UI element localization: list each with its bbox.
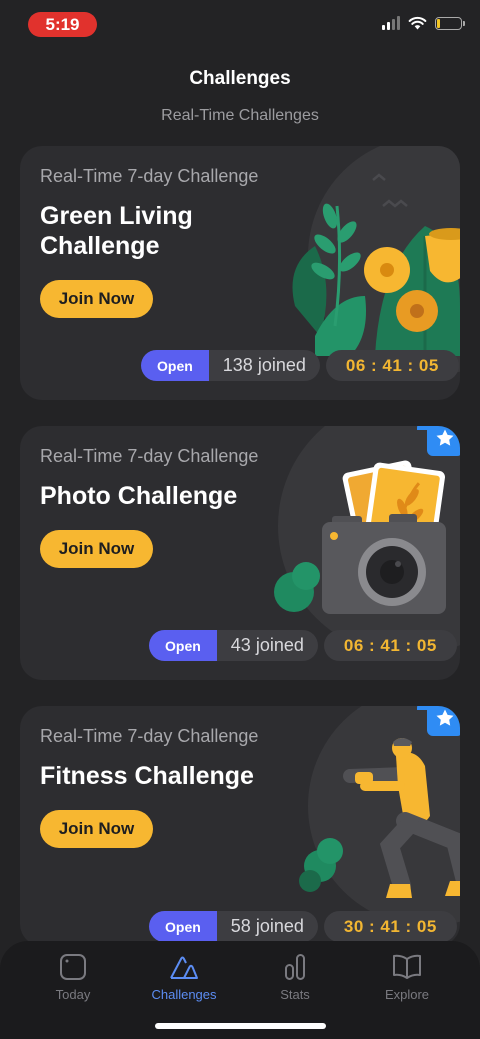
status-badge: Open bbox=[149, 911, 217, 942]
cellular-signal-icon bbox=[382, 16, 400, 30]
card-kicker: Real-Time 7-day Challenge bbox=[40, 726, 259, 746]
status-badge: Open bbox=[149, 630, 217, 661]
page-subtitle: Real-Time Challenges bbox=[161, 107, 319, 124]
join-now-button[interactable]: Join Now bbox=[40, 280, 153, 318]
joined-label: joined bbox=[255, 635, 304, 655]
card-title: Photo Challenge bbox=[40, 482, 238, 510]
tab-label: Challenges bbox=[151, 987, 217, 1002]
wifi-icon bbox=[408, 16, 427, 30]
card-title: Fitness Challenge bbox=[40, 762, 254, 790]
tab-label: Today bbox=[55, 987, 91, 1002]
challenge-card-green-living[interactable]: Real-Time 7-day Challenge Green Living C… bbox=[20, 146, 460, 400]
challenges-mountain-icon bbox=[170, 956, 198, 979]
joined-number: 58 bbox=[230, 916, 251, 936]
tab-label: Stats bbox=[280, 987, 310, 1002]
joined-count: 43 joined bbox=[216, 630, 318, 661]
status-time: 5:19 bbox=[28, 12, 97, 37]
card-title: Green Living Challenge bbox=[40, 202, 193, 260]
today-square-icon bbox=[60, 954, 86, 980]
card-kicker: Real-Time 7-day Challenge bbox=[40, 166, 259, 186]
countdown-timer: 06 : 41 : 05 bbox=[323, 630, 457, 661]
status-icons bbox=[382, 16, 465, 30]
joined-count: 138 joined bbox=[208, 350, 320, 381]
battery-icon bbox=[435, 16, 465, 30]
tab-stats[interactable]: Stats bbox=[240, 953, 350, 1007]
tab-challenges[interactable]: Challenges bbox=[129, 953, 239, 1007]
status-badge: Open bbox=[141, 350, 209, 381]
star-icon bbox=[436, 709, 454, 726]
join-now-button[interactable]: Join Now bbox=[40, 810, 153, 848]
tab-bar: Today Challenges Stats Explore bbox=[0, 941, 480, 1039]
tab-label: Explore bbox=[384, 987, 430, 1002]
favorite-star-icon[interactable] bbox=[417, 706, 460, 736]
tab-explore[interactable]: Explore bbox=[352, 953, 462, 1007]
challenge-card-fitness[interactable]: Real-Time 7-day Challenge Fitness Challe… bbox=[20, 706, 460, 946]
card-kicker: Real-Time 7-day Challenge bbox=[40, 446, 259, 466]
countdown-timer: 30 : 41 : 05 bbox=[323, 911, 457, 942]
joined-count: 58 joined bbox=[216, 911, 318, 942]
challenge-card-photo[interactable]: Real-Time 7-day Challenge Photo Challeng… bbox=[20, 426, 460, 680]
status-bar: 5:19 bbox=[0, 0, 480, 46]
stats-bars-icon bbox=[285, 954, 305, 980]
joined-label: joined bbox=[255, 916, 304, 936]
page-title: Challenges bbox=[189, 68, 291, 89]
join-now-button[interactable]: Join Now bbox=[40, 530, 153, 568]
favorite-star-icon[interactable] bbox=[417, 426, 460, 456]
tab-today[interactable]: Today bbox=[18, 953, 128, 1007]
countdown-timer: 06 : 41 : 05 bbox=[325, 350, 459, 381]
home-indicator[interactable] bbox=[155, 1023, 326, 1029]
squatting-person-icon bbox=[299, 738, 460, 898]
plants-flowers-icon bbox=[292, 173, 460, 356]
camera-photos-icon bbox=[274, 460, 446, 614]
joined-number: 43 bbox=[230, 635, 251, 655]
star-icon bbox=[436, 429, 454, 446]
joined-number: 138 bbox=[222, 355, 253, 375]
book-icon bbox=[393, 954, 421, 979]
challenge-meta: Open 58 joined 30 : 41 : 05 bbox=[149, 911, 457, 942]
challenge-meta: Open 138 joined 06 : 41 : 05 bbox=[141, 350, 459, 381]
joined-label: joined bbox=[257, 355, 306, 375]
challenge-meta: Open 43 joined 06 : 41 : 05 bbox=[149, 630, 457, 661]
